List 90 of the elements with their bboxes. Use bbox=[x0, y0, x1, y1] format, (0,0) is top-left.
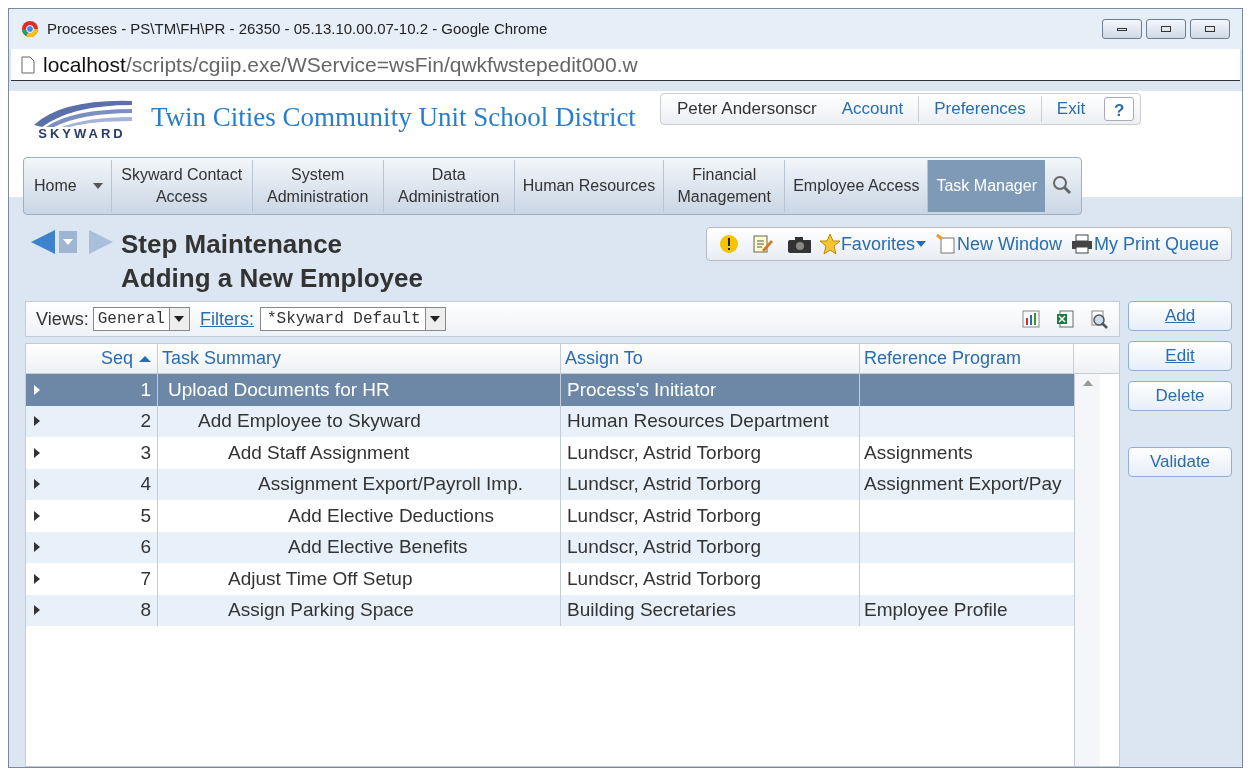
sequence-cell-text: 4 bbox=[140, 472, 151, 496]
help-button[interactable]: ? bbox=[1104, 97, 1135, 121]
scroll-up-icon[interactable] bbox=[1082, 380, 1093, 386]
reference-cell-text: Employee Profile bbox=[864, 598, 1008, 622]
table-row[interactable]: 2 Add Employee to Skyward Human Resources Department bbox=[26, 405, 1074, 437]
table-row[interactable]: 4 Assignment Export/Payroll Imp. Lundscr, Astrid Torborg Assignment Export/Pay bbox=[26, 468, 1074, 500]
magnifier-icon[interactable] bbox=[1089, 309, 1109, 329]
caret-icon bbox=[914, 239, 927, 249]
action-button[interactable]: Validate bbox=[1128, 447, 1232, 477]
task-summary-cell-text: Adjust Time Off Setup bbox=[228, 566, 413, 591]
task-summary-cell-text: Assign Parking Space bbox=[228, 598, 414, 622]
filters-dropdown[interactable]: *Skyward Default bbox=[259, 307, 446, 331]
column-header[interactable]: Task Summary bbox=[158, 344, 561, 373]
page-title: Step Maintenance bbox=[121, 228, 344, 261]
close-button[interactable] bbox=[1190, 19, 1230, 39]
nav-tab[interactable]: Human Resources bbox=[513, 160, 664, 212]
maximize-button[interactable] bbox=[1146, 19, 1186, 39]
window-title: Processes - PS\TM\FH\PR - 26350 - 05.13.10.00.07-10.2 - Google Chrome bbox=[47, 18, 548, 39]
sequence-cell-text: 1 bbox=[140, 377, 151, 402]
column-header[interactable]: Reference Program bbox=[860, 344, 1074, 373]
sequence-cell-text: 8 bbox=[140, 598, 151, 622]
page-subtitle: Adding a New Employee bbox=[121, 262, 423, 295]
action-button[interactable]: Delete bbox=[1128, 381, 1232, 411]
expand-arrow-icon[interactable] bbox=[32, 415, 42, 428]
views-dropdown[interactable]: General bbox=[92, 307, 190, 331]
sequence-cell-text: 3 bbox=[140, 440, 151, 465]
column-header[interactable]: Seq bbox=[26, 344, 158, 373]
assignee-cell-text: Lundscr, Astrid Torborg bbox=[567, 503, 761, 528]
dropdown-arrow-icon[interactable] bbox=[430, 316, 441, 322]
task-summary-cell-text: Upload Documents for HR bbox=[168, 377, 390, 402]
task-summary-cell-text: Assignment Export/Payroll Imp. bbox=[258, 472, 524, 496]
browser-logo-icon bbox=[21, 20, 39, 38]
assignee-cell-text: Process's Initiator bbox=[567, 377, 717, 402]
minimize-button[interactable] bbox=[1102, 19, 1142, 39]
action-button[interactable]: Edit bbox=[1128, 341, 1232, 371]
alert-icon[interactable] bbox=[718, 234, 739, 254]
sequence-cell-text: 7 bbox=[140, 566, 151, 591]
nav-tab[interactable]: System Administration bbox=[251, 160, 383, 212]
expand-arrow-icon[interactable] bbox=[32, 604, 42, 617]
favorites-menu[interactable]: Favorites bbox=[818, 230, 927, 258]
scrollbar[interactable] bbox=[1074, 374, 1100, 766]
reference-cell-text: Assignments bbox=[864, 440, 973, 465]
action-button[interactable]: Add bbox=[1128, 301, 1232, 331]
nav-tab[interactable]: Skyward Contact Access bbox=[110, 160, 252, 212]
navigation-arrows-icon[interactable] bbox=[29, 227, 115, 257]
sequence-cell-text: 5 bbox=[140, 503, 151, 528]
sequence-cell-text: 6 bbox=[140, 535, 151, 559]
nav-tab[interactable]: Financial Management bbox=[663, 160, 785, 212]
expand-arrow-icon[interactable] bbox=[32, 509, 42, 522]
dropdown-arrow-icon[interactable] bbox=[174, 316, 185, 322]
views-label: Views: bbox=[36, 307, 89, 331]
task-summary-cell-text: Add Elective Deductions bbox=[288, 503, 494, 528]
sequence-cell-text: 2 bbox=[140, 409, 151, 433]
reference-cell-text: Assignment Export/Pay bbox=[864, 472, 1062, 496]
expand-arrow-icon[interactable] bbox=[32, 572, 42, 585]
assignee-cell-text: Lundscr, Astrid Torborg bbox=[567, 535, 761, 559]
page-icon bbox=[21, 55, 35, 74]
user-name: Peter Andersonscr bbox=[675, 98, 818, 121]
table-row[interactable]: 1 Upload Documents for HR Process's Initiator bbox=[26, 374, 1074, 406]
filters-link[interactable]: Filters: bbox=[199, 305, 254, 333]
bar-chart-icon[interactable] bbox=[1021, 309, 1041, 329]
assignee-cell-text: Human Resources Department bbox=[567, 409, 829, 433]
district-name: Twin Cities Community Unit School District bbox=[151, 101, 636, 134]
task-summary-cell-text: Add Elective Benefits bbox=[288, 535, 468, 559]
assignee-cell-text: Lundscr, Astrid Torborg bbox=[567, 566, 761, 591]
window-icon bbox=[934, 233, 957, 255]
task-summary-cell-text: Add Staff Assignment bbox=[228, 440, 410, 465]
header-link[interactable]: Account bbox=[826, 96, 919, 122]
nav-tab[interactable]: Home bbox=[26, 160, 111, 212]
print-queue-link[interactable]: My Print Queue bbox=[1069, 230, 1219, 258]
assignee-cell-text: Lundscr, Astrid Torborg bbox=[567, 440, 761, 465]
assignee-cell-text: Lundscr, Astrid Torborg bbox=[567, 472, 761, 496]
expand-arrow-icon[interactable] bbox=[32, 541, 42, 554]
expand-arrow-icon[interactable] bbox=[32, 446, 42, 459]
nav-tab[interactable]: Data Administration bbox=[382, 160, 514, 212]
table-row[interactable]: 6 Add Elective Benefits Lundscr, Astrid Torborg bbox=[26, 531, 1074, 563]
new-window-link[interactable]: New Window bbox=[934, 230, 1062, 258]
nav-tab[interactable]: Task Manager bbox=[927, 160, 1045, 212]
assignee-cell-text: Building Secretaries bbox=[567, 598, 736, 622]
url-text: localhost/scripts/cgiip.exe/WService=wsFin/qwkfwstepedit000.w bbox=[43, 51, 638, 78]
task-summary-cell-text: Add Employee to Skyward bbox=[198, 409, 421, 433]
spreadsheet-icon[interactable] bbox=[1055, 309, 1075, 329]
expand-arrow-icon[interactable] bbox=[32, 478, 42, 491]
column-header[interactable]: Assign To bbox=[561, 344, 860, 373]
star-icon bbox=[818, 233, 841, 255]
table-row[interactable]: 8 Assign Parking Space Building Secretaries Employee Profile bbox=[26, 594, 1074, 626]
header-link[interactable]: Preferences bbox=[918, 96, 1041, 122]
printer-icon bbox=[1069, 233, 1094, 255]
address-bar[interactable]: localhost/scripts/cgiip.exe/WService=wsFin/qwkfwstepedit000.w bbox=[11, 49, 1240, 81]
header-link[interactable]: Exit bbox=[1040, 96, 1101, 122]
